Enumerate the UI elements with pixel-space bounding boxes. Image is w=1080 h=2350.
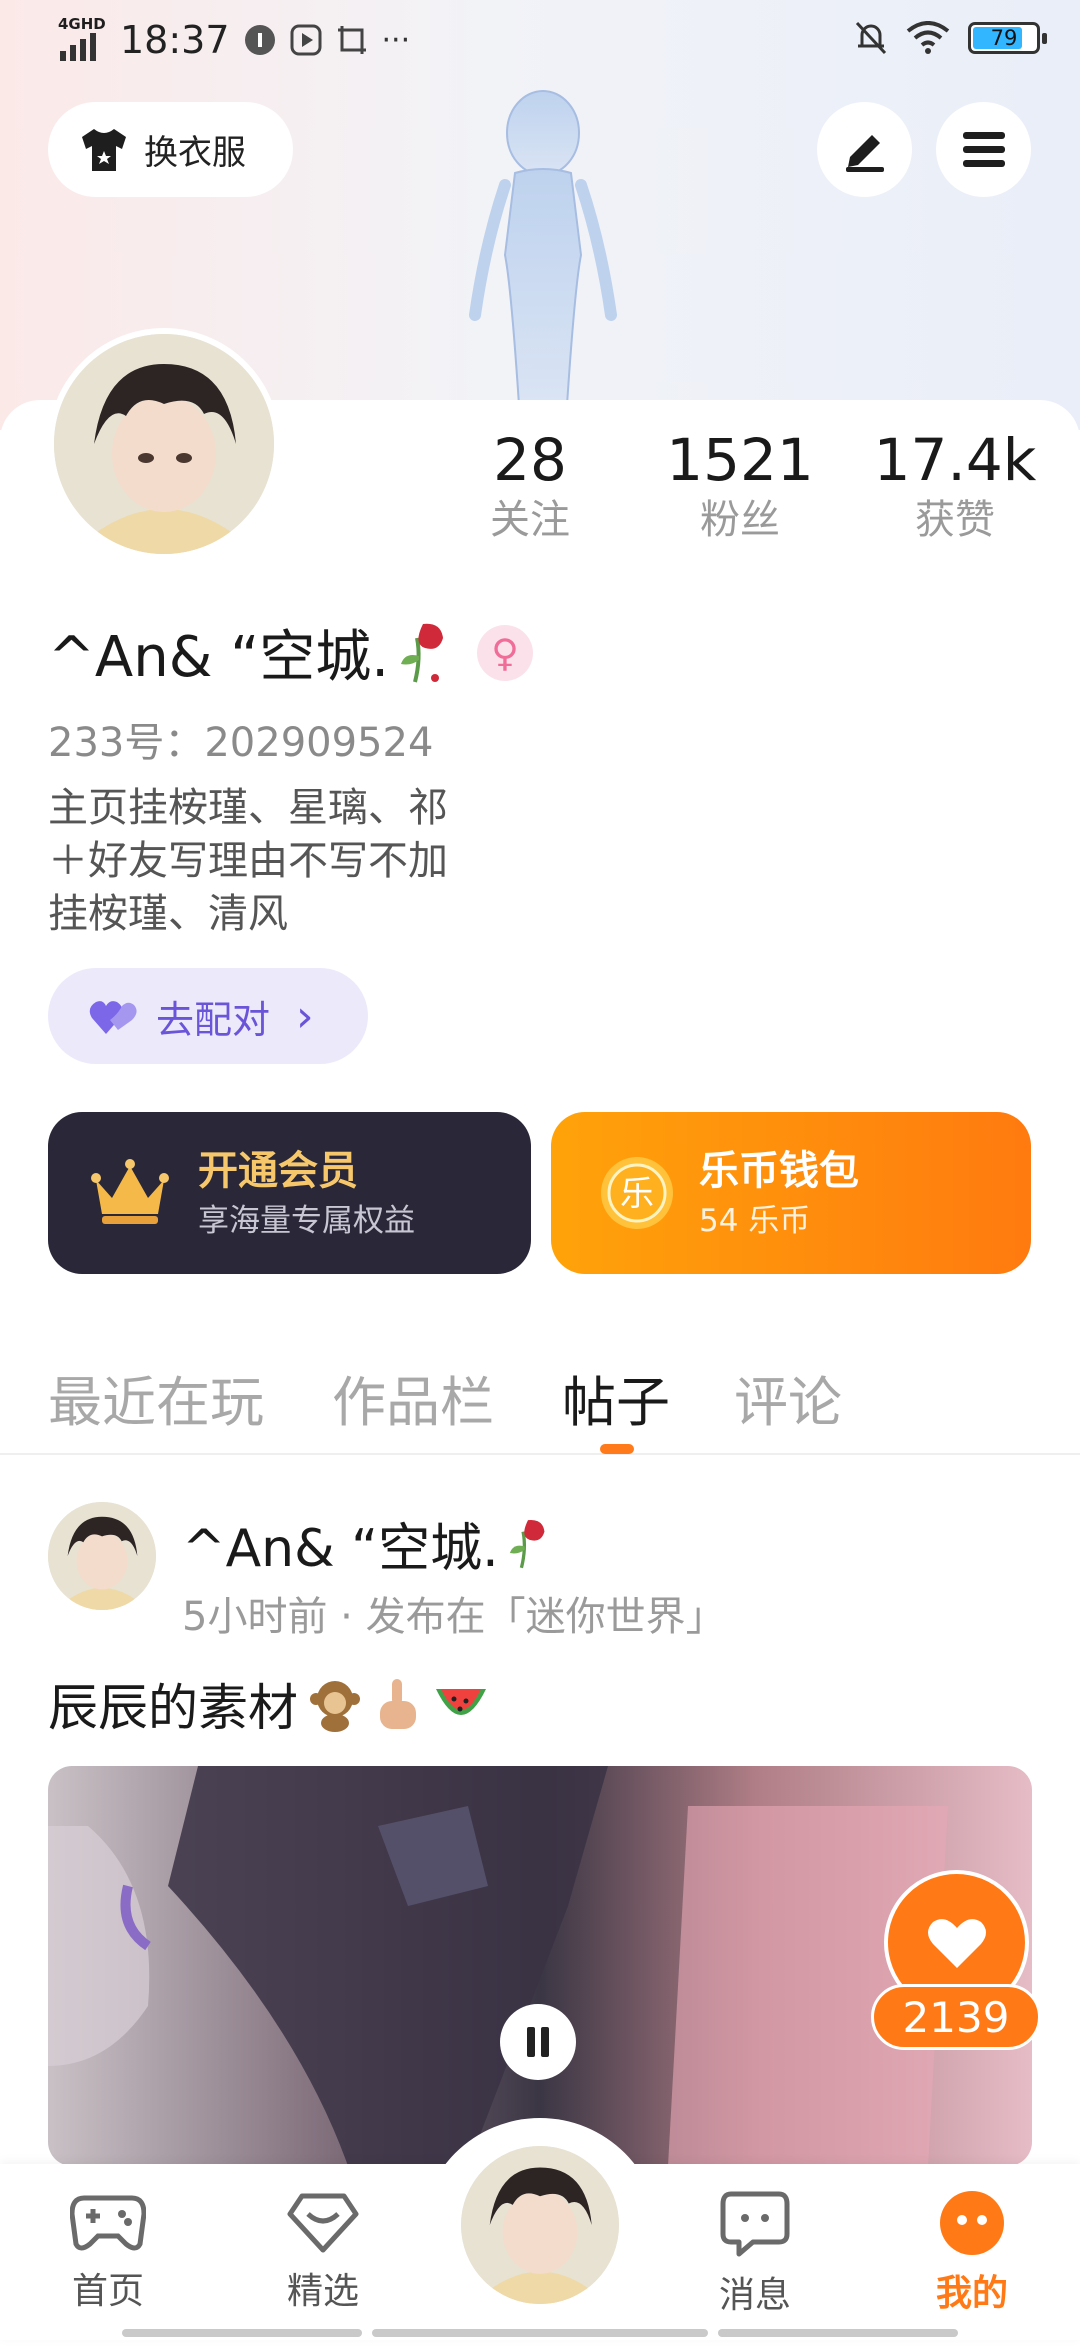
watermelon-emoji-icon: [436, 1689, 486, 1715]
video-app-icon: [290, 24, 322, 56]
post-author-avatar[interactable]: [48, 1502, 156, 1610]
go-match-label: 去配对: [156, 997, 271, 1042]
username-text: ^An& “空城.: [48, 625, 390, 690]
coin-icon: 乐: [601, 1157, 673, 1229]
voice-app-icon: [244, 25, 275, 55]
female-icon: ♀: [491, 630, 519, 675]
pen-icon: [845, 134, 884, 172]
tab-recently-played[interactable]: 最近在玩: [48, 1358, 264, 1437]
profile-bio: 主页挂桉瑾、星璃、祁 ＋好友写理由不写不加 挂桉瑾、清风: [48, 782, 448, 941]
tshirt-icon: [82, 128, 126, 171]
nav-messages[interactable]: 消息: [695, 2190, 815, 2318]
hamburger-menu-icon: [962, 131, 1005, 167]
nav-home-label: 首页: [71, 2271, 144, 2312]
chevron-right-icon: ›: [296, 990, 314, 1042]
username: ^An& “空城. ♀: [48, 612, 534, 693]
followers-count: 1521: [666, 426, 814, 494]
tab-works[interactable]: 作品栏: [332, 1358, 494, 1437]
tab-comments[interactable]: 评论: [734, 1358, 842, 1437]
gesture-bar-right: [718, 2329, 958, 2337]
chat-icon: [720, 2191, 790, 2257]
profile-avatar[interactable]: [48, 328, 280, 560]
post-meta: 5小时前 · 发布在「迷你世界」: [182, 1594, 726, 1640]
vip-title: 开通会员: [198, 1148, 358, 1194]
profile-icon: [940, 2191, 1004, 2255]
post-text-body: 辰辰的素材: [48, 1679, 298, 1737]
monkey-emoji-icon: [310, 1681, 360, 1732]
nav-messages-label: 消息: [718, 2275, 791, 2316]
profile-stats: 28 关注 1521 粉丝 17.4k 获赞: [470, 425, 1060, 565]
likes-count: 17.4k: [873, 426, 1037, 494]
profile-tabs: 最近在玩 作品栏 帖子 评论: [0, 1340, 1080, 1455]
followers-label: 粉丝: [700, 497, 780, 543]
following-stat[interactable]: 28 关注: [470, 425, 590, 545]
edit-profile-button[interactable]: [817, 102, 912, 197]
battery-percent: 79: [990, 26, 1018, 50]
video-frame-image: [48, 1766, 948, 2166]
more-notifications-icon: ···: [381, 22, 411, 58]
post-author-name[interactable]: ^An& “空城.: [182, 1506, 551, 1581]
battery-icon: 79: [968, 22, 1047, 54]
coin-wallet-card[interactable]: 乐 乐币钱包 54 乐币: [551, 1112, 1031, 1274]
bio-line: ＋好友写理由不写不加: [48, 838, 448, 884]
likes-stat[interactable]: 17.4k 获赞: [870, 425, 1040, 545]
signal-icon: 4GHD: [58, 15, 106, 61]
bio-line: 挂桉瑾、清风: [48, 891, 288, 937]
following-label: 关注: [490, 497, 570, 543]
vip-membership-card[interactable]: 开通会员 享海量专属权益: [48, 1112, 531, 1274]
gesture-bar-center: [372, 2329, 708, 2337]
nav-featured-label: 精选: [286, 2271, 359, 2312]
coin-title: 乐币钱包: [699, 1148, 859, 1194]
tab-posts[interactable]: 帖子: [562, 1358, 670, 1437]
likes-label: 获赞: [915, 497, 995, 543]
go-match-button[interactable]: 去配对 ›: [48, 968, 368, 1064]
heart-diamond-icon: [287, 2193, 359, 2253]
pause-icon: [527, 2027, 549, 2057]
female-gender-badge: ♀: [477, 624, 534, 681]
wifi-icon: [906, 21, 950, 54]
pause-button[interactable]: [500, 2004, 576, 2080]
followers-stat[interactable]: 1521 粉丝: [655, 425, 825, 545]
active-tab-indicator: [600, 1444, 634, 1454]
like-count: 2139: [871, 1984, 1041, 2050]
heart-icon: [927, 1918, 986, 1968]
status-bar: 4GHD 18:37 ··· 79: [0, 0, 1080, 80]
gesture-bar-left: [122, 2329, 362, 2337]
hand-emoji-icon: [380, 1679, 416, 1729]
post-video[interactable]: [48, 1766, 1032, 2166]
nav-profile-label: 我的: [935, 2273, 1008, 2314]
wilted-rose-icon: [509, 1519, 545, 1568]
user-id[interactable]: 233号：202909524: [48, 710, 433, 768]
avatar-image: [461, 2146, 619, 2304]
screenshot-icon: [337, 26, 366, 54]
nav-featured[interactable]: 精选: [263, 2190, 383, 2314]
menu-button[interactable]: [936, 102, 1031, 197]
change-outfit-label: 换衣服: [144, 133, 246, 173]
clock: 18:37: [120, 18, 230, 62]
change-outfit-button[interactable]: 换衣服: [48, 102, 293, 197]
nav-profile[interactable]: 我的: [912, 2190, 1032, 2316]
coin-char: 乐: [620, 1174, 654, 1214]
vip-subtitle: 享海量专属权益: [198, 1203, 415, 1239]
crown-icon: [91, 1159, 169, 1224]
double-heart-icon: [89, 1001, 137, 1034]
wilted-rose-icon: [401, 623, 444, 682]
bio-line: 主页挂桉瑾、星璃、祁: [48, 785, 448, 831]
following-count: 28: [493, 426, 567, 494]
post-author-text: ^An& “空城.: [182, 1519, 499, 1579]
gamepad-icon: [69, 2195, 147, 2251]
mute-bell-icon: [855, 21, 887, 55]
coin-balance: 54 乐币: [699, 1203, 811, 1239]
post-text[interactable]: 辰辰的素材: [48, 1668, 490, 1740]
nav-center-avatar-button[interactable]: [455, 2140, 625, 2310]
nav-home[interactable]: 首页: [48, 2190, 168, 2314]
3d-avatar-figure[interactable]: [455, 85, 630, 405]
